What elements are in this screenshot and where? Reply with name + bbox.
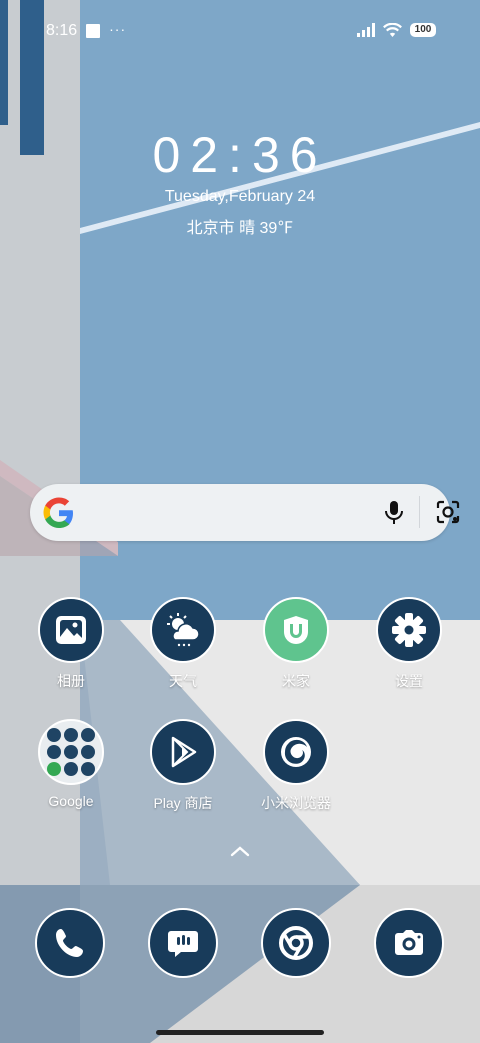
app-google-folder[interactable]: Google — [16, 719, 126, 809]
status-time: 8:16 — [46, 22, 78, 39]
messages-icon — [168, 931, 198, 957]
notification-square-icon — [86, 24, 101, 38]
mic-icon[interactable] — [380, 498, 408, 526]
browser-icon — [263, 719, 329, 785]
app-weather[interactable]: 天气 — [128, 597, 238, 691]
weather-label: 北京市 晴 39℉ — [186, 220, 294, 237]
app-browser[interactable]: 小米浏览器 — [241, 719, 351, 813]
status-bar: 8:16 ··· 100 — [0, 0, 480, 64]
google-g-icon — [43, 497, 73, 528]
chevron-up-icon[interactable] — [228, 843, 252, 859]
app-label: 相册 — [57, 673, 85, 689]
dock-camera[interactable] — [374, 908, 444, 978]
app-label: Google — [48, 793, 94, 809]
app-label: 天气 — [169, 673, 197, 689]
phone-icon — [56, 929, 83, 957]
date-label: Tuesday,February 24 — [164, 188, 316, 205]
app-play-store[interactable]: Play 商店 — [128, 719, 238, 813]
app-label: 小米浏览器 — [261, 795, 331, 811]
home-indicator[interactable] — [156, 1030, 324, 1035]
battery-icon: 100 — [410, 23, 436, 37]
weather-icon — [150, 597, 216, 663]
clock-widget[interactable]: 02:36 — [0, 126, 480, 184]
app-mijia[interactable]: 米家 — [241, 597, 351, 691]
app-label: 米家 — [282, 673, 310, 689]
app-label: 设置 — [395, 673, 423, 689]
camera-icon — [395, 930, 423, 955]
signal-icon — [357, 23, 375, 37]
app-gallery[interactable]: 相册 — [16, 597, 126, 691]
google-folder-icon — [38, 719, 104, 785]
more-notifications-icon: ··· — [109, 21, 127, 37]
wifi-icon — [383, 23, 402, 37]
settings-icon — [376, 597, 442, 663]
dock-phone[interactable] — [35, 908, 105, 978]
lens-icon[interactable] — [434, 498, 462, 526]
gallery-icon — [38, 597, 104, 663]
app-label: Play 商店 — [153, 795, 213, 811]
google-search-bar[interactable] — [30, 484, 460, 541]
dock-messages[interactable] — [148, 908, 218, 978]
play-store-icon — [150, 719, 216, 785]
dock-chrome[interactable] — [261, 908, 331, 978]
app-settings[interactable]: 设置 — [354, 597, 464, 691]
chrome-icon — [279, 926, 313, 960]
search-divider — [419, 496, 420, 528]
mijia-icon — [263, 597, 329, 663]
